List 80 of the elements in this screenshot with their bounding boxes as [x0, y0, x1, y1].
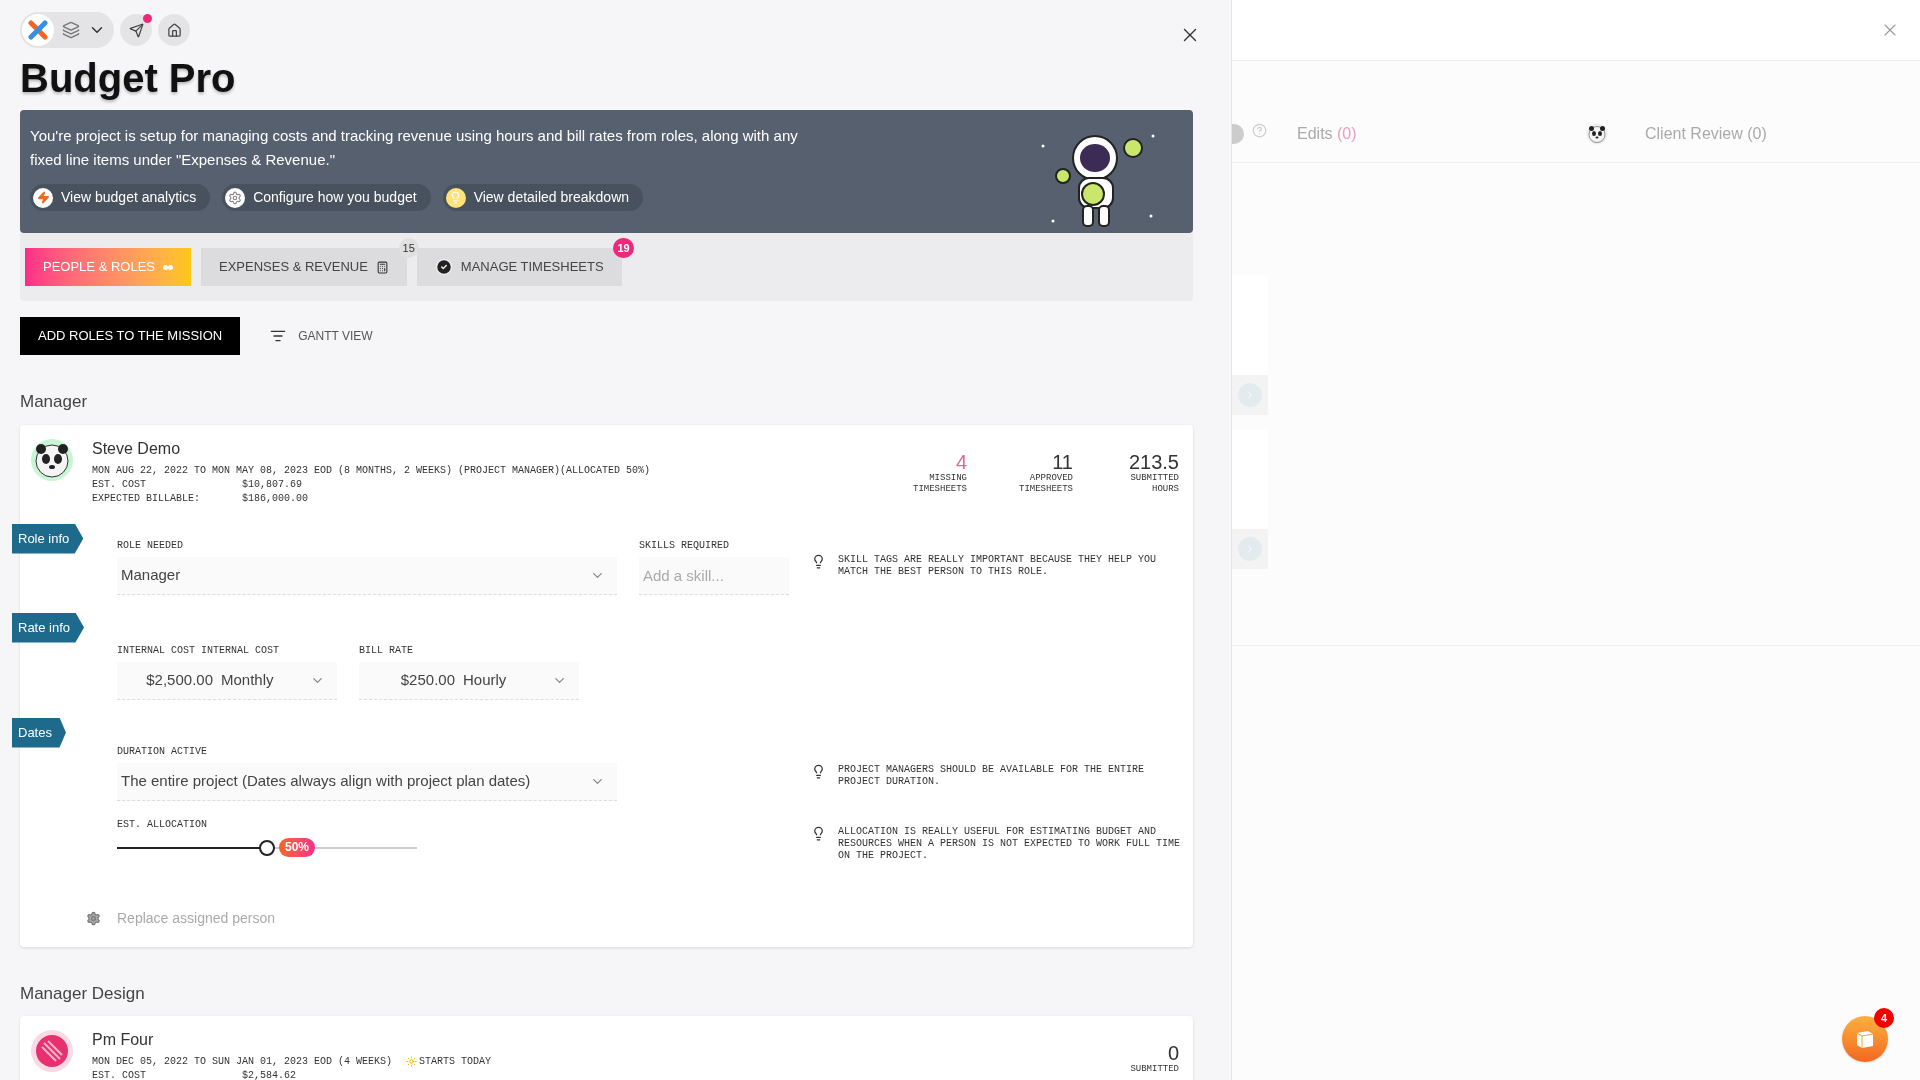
stat-label: SUBMITTED HOURS: [1129, 472, 1179, 495]
profile-avatar: [30, 1029, 74, 1073]
lightbulb-icon: [445, 187, 466, 208]
field-label: EST. ALLOCATION: [117, 817, 208, 832]
stat-value: 11: [1052, 450, 1073, 473]
person-name: Steve Demo: [92, 438, 182, 459]
notification-badge: 4: [1874, 1008, 1894, 1028]
field-label: INTERNAL COST INTERNAL COST: [117, 643, 281, 658]
tip-text: ALLOCATION IS REALLY USEFUL FOR ESTIMATING BUDGET AND RESOURCES WHEN A PERSON IS NOT EXPECTED TO WORK FULL TIME ON THE PROJECT.: [838, 825, 1181, 862]
banner-link[interactable]: View detailed breakdown: [442, 184, 644, 211]
rate-field[interactable]: $2,500.00 Monthly: [117, 661, 337, 700]
gantt-view-button[interactable]: GANTT VIEW: [270, 327, 373, 345]
lightbulb-icon: [811, 763, 826, 779]
field-label: ROLE NEEDED: [117, 538, 184, 553]
role-meta: (8 MONTHS, 2 WEEKS): [338, 463, 453, 478]
role-meta: (PROJECT MANAGER)(ALLOCATED 50%): [458, 463, 651, 478]
box-icon: [1854, 1028, 1876, 1050]
panda-avatar: [30, 437, 74, 482]
tip-text: SKILL TAGS ARE REALLY IMPORTANT BECAUSE THEY HELP YOU MATCH THE BEST PERSON TO THIS ROLE.: [838, 553, 1158, 578]
slider-thumb[interactable]: [259, 839, 275, 856]
sun-icon: [406, 1056, 418, 1067]
lightbulb-icon: [811, 553, 826, 569]
help-widget-button[interactable]: [1842, 1016, 1888, 1062]
section-heading: Manager: [20, 391, 89, 413]
layers-icon: [62, 21, 80, 39]
settings-icon: [86, 910, 101, 926]
check-circle-icon: [434, 258, 453, 276]
person-name: Pm Four: [92, 1030, 155, 1050]
page-title: Budget Pro: [20, 55, 237, 102]
cost-value: $186,000.00: [242, 491, 308, 506]
home-button[interactable]: [158, 14, 190, 46]
role-meta: (4 WEEKS): [338, 1055, 393, 1069]
lightbulb-icon: [811, 825, 826, 841]
stat-label: SUBMITTED: [1129, 1064, 1179, 1075]
banner-text: You're project is setup for managing costs and tracking revenue using hours and bill rates from roles, along with any fixed line items under "Expenses & Revenue.": [30, 126, 799, 170]
rate-field[interactable]: $250.00 Hourly: [359, 661, 579, 700]
cost-value: $10,807.69: [242, 477, 302, 492]
section-tag: Role info: [12, 523, 84, 554]
add-roles-button[interactable]: ADD ROLES TO THE MISSION: [20, 317, 241, 355]
cost-label: EST. COST: [92, 1069, 147, 1080]
section-heading: Manager Design: [20, 982, 146, 1005]
column-heading: Edits (0): [1297, 124, 1357, 144]
stat-value: 213.5: [1128, 450, 1179, 473]
date-range: MON AUG 22, 2022 TO MON MAY 08, 2023 EOD: [92, 463, 333, 478]
cost-label: EXPECTED BILLABLE:: [92, 491, 202, 506]
column-heading: Client Review (0): [1645, 124, 1767, 144]
send-icon: [128, 22, 144, 38]
stat-value: 0: [1167, 1042, 1179, 1064]
stat-label: APPROVED TIMESHEETS: [1018, 472, 1073, 495]
section-tag: Dates: [12, 717, 66, 748]
banner-link[interactable]: Configure how you budget: [222, 184, 431, 211]
user-avatar-icon: [1232, 124, 1244, 144]
skill-input[interactable]: Add a skill...: [639, 556, 789, 595]
select-field[interactable]: Manager: [117, 556, 617, 595]
logo-icon: [22, 14, 54, 46]
lightning-icon: [33, 187, 53, 208]
panda-avatar: [1586, 123, 1608, 145]
settings-icon: [225, 187, 246, 208]
field-label: SKILLS REQUIRED: [639, 538, 730, 553]
calculator-icon: [375, 260, 389, 274]
dots-icon: [163, 264, 173, 270]
field-label: DURATION ACTIVE: [117, 744, 208, 759]
slider-value: 50%: [279, 837, 316, 857]
section-tag: Rate info: [12, 612, 85, 643]
select-field[interactable]: The entire project (Dates always align with project plan dates): [117, 762, 617, 801]
home-icon: [166, 22, 182, 38]
cost-value: $2,584.62: [242, 1069, 296, 1080]
send-button[interactable]: [120, 14, 152, 46]
cost-label: EST. COST: [92, 477, 147, 492]
date-range: MON DEC 05, 2022 TO SUN JAN 01, 2023 EOD: [92, 1055, 333, 1069]
banner-link[interactable]: View budget analytics: [30, 184, 211, 211]
app-switcher[interactable]: [20, 12, 114, 48]
field-label: BILL RATE: [359, 643, 414, 658]
bars-icon: [270, 328, 287, 344]
stat-value: 4: [955, 450, 967, 473]
starts-note: STARTS TODAY: [419, 1055, 492, 1069]
count-badge: 15: [398, 238, 419, 258]
count-badge: 19: [613, 238, 634, 258]
stat-label: MISSING TIMESHEETS: [912, 472, 967, 495]
tip-text: PROJECT MANAGERS SHOULD BE AVAILABLE FOR THE ENTIRE PROJECT DURATION.: [838, 763, 1146, 788]
